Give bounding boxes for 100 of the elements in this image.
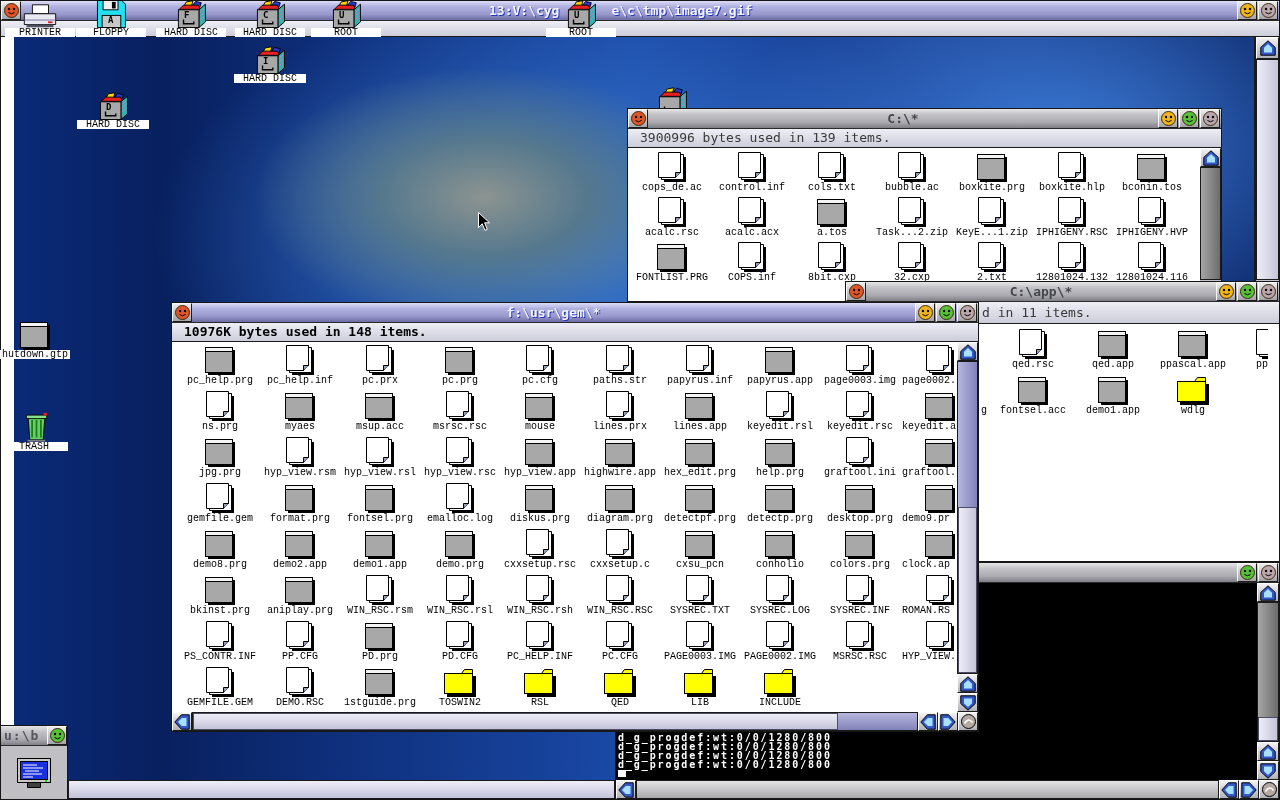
- file-label[interactable]: highwire.app: [584, 468, 656, 478]
- file-label[interactable]: pp: [1256, 360, 1268, 370]
- program-icon[interactable]: [525, 485, 555, 513]
- program-icon[interactable]: [205, 347, 235, 375]
- file-label[interactable]: RSL: [531, 698, 549, 708]
- document-icon[interactable]: [818, 242, 846, 272]
- scroll-thumb[interactable]: [1258, 717, 1278, 741]
- document-icon[interactable]: [606, 391, 634, 421]
- document-icon[interactable]: [206, 391, 234, 421]
- folder-icon[interactable]: [1177, 377, 1209, 405]
- program-icon[interactable]: [445, 347, 475, 375]
- program-icon[interactable]: [685, 393, 715, 421]
- file-label[interactable]: pc_help.prg: [187, 376, 253, 386]
- program-icon[interactable]: [525, 393, 555, 421]
- scroll-right-button[interactable]: [938, 712, 958, 731]
- maximize-button[interactable]: [936, 303, 956, 322]
- file-label[interactable]: help.prg: [756, 468, 804, 478]
- floppy-icon[interactable]: [96, 0, 126, 28]
- file-label[interactable]: 8bit.cxp: [808, 273, 856, 283]
- scroll-up-button[interactable]: [1257, 583, 1279, 602]
- file-label[interactable]: FONTLIST.PRG: [636, 273, 708, 283]
- document-icon[interactable]: [1058, 152, 1086, 182]
- scroll-thumb[interactable]: [193, 713, 838, 730]
- file-label[interactable]: KeyE...1.zip: [956, 228, 1028, 238]
- file-label[interactable]: bubble.ac: [885, 183, 939, 193]
- file-label[interactable]: SYSREC.TXT: [670, 606, 730, 616]
- scroll-left-button[interactable]: [172, 712, 192, 731]
- file-label[interactable]: demo1.app: [1086, 406, 1140, 416]
- minimize-button[interactable]: [1237, 1, 1257, 20]
- minimize-button[interactable]: [1158, 109, 1178, 128]
- document-icon[interactable]: [606, 345, 634, 375]
- program-icon[interactable]: [685, 485, 715, 513]
- file-label[interactable]: Task...2.zip: [876, 228, 948, 238]
- file-label[interactable]: PC.CFG: [602, 652, 638, 662]
- file-label[interactable]: PD.prg: [362, 652, 398, 662]
- program-icon[interactable]: [845, 485, 875, 513]
- document-icon[interactable]: [926, 621, 954, 651]
- file-label[interactable]: conholio: [756, 560, 804, 570]
- file-label[interactable]: GEMFILE.GEM: [187, 698, 253, 708]
- scroll-right-button[interactable]: [1239, 780, 1259, 799]
- program-icon[interactable]: [765, 347, 795, 375]
- scroll-down-button[interactable]: [957, 693, 978, 712]
- document-icon[interactable]: [766, 621, 794, 651]
- program-icon[interactable]: [205, 439, 235, 467]
- file-label[interactable]: demo8.prg: [193, 560, 247, 570]
- file-label[interactable]: control.inf: [719, 183, 785, 193]
- icon-label[interactable]: PRINTER: [5, 28, 75, 37]
- program-icon[interactable]: [1137, 154, 1167, 182]
- program-icon[interactable]: [20, 322, 50, 350]
- file-label[interactable]: PP.CFG: [282, 652, 318, 662]
- program-icon[interactable]: [605, 439, 635, 467]
- document-icon[interactable]: [818, 152, 846, 182]
- program-icon[interactable]: [205, 577, 235, 605]
- file-label[interactable]: gemfile.gem: [187, 514, 253, 524]
- file-label[interactable]: boxkite.prg: [959, 183, 1025, 193]
- program-icon[interactable]: [285, 393, 315, 421]
- file-label[interactable]: qed.rsc: [1012, 360, 1054, 370]
- file-label[interactable]: bkinst.prg: [190, 606, 250, 616]
- document-icon[interactable]: [526, 621, 554, 651]
- document-icon[interactable]: [446, 621, 474, 651]
- program-icon[interactable]: [925, 393, 955, 421]
- file-label[interactable]: acalc.rsc: [645, 228, 699, 238]
- document-icon[interactable]: [978, 197, 1006, 227]
- maximize-button[interactable]: [1237, 563, 1257, 582]
- file-label[interactable]: ns.prg: [202, 422, 238, 432]
- maximize-button[interactable]: [1179, 109, 1199, 128]
- file-label[interactable]: papyrus.app: [747, 376, 813, 386]
- title-bar[interactable]: u:\b: [1, 726, 67, 746]
- file-label[interactable]: COPS.inf: [728, 273, 776, 283]
- file-label[interactable]: paths.str: [593, 376, 647, 386]
- folder-icon[interactable]: [524, 669, 556, 697]
- file-label[interactable]: hyp_view.rsl: [344, 468, 416, 478]
- file-label[interactable]: hyp_view.rsm: [264, 468, 336, 478]
- program-icon[interactable]: [525, 439, 555, 467]
- title-bar[interactable]: C:\*: [628, 109, 1221, 129]
- file-label[interactable]: keyedit.rsl: [747, 422, 813, 432]
- program-icon[interactable]: [925, 531, 955, 559]
- resize-button[interactable]: [1259, 780, 1279, 799]
- file-label[interactable]: PAGE0002.IMG: [744, 652, 816, 662]
- document-icon[interactable]: [686, 621, 714, 651]
- document-icon[interactable]: [898, 242, 926, 272]
- file-label[interactable]: acalc.acx: [725, 228, 779, 238]
- icon-label[interactable]: hutdown.gtp: [0, 350, 70, 359]
- program-icon[interactable]: [285, 485, 315, 513]
- file-label[interactable]: lines.prx: [593, 422, 647, 432]
- hide-button[interactable]: [957, 303, 977, 322]
- program-icon[interactable]: [365, 393, 395, 421]
- hide-button[interactable]: [1258, 1, 1278, 20]
- file-label[interactable]: demo9.pr: [902, 514, 950, 524]
- file-label[interactable]: clock.ap: [902, 560, 950, 570]
- program-icon[interactable]: [765, 485, 795, 513]
- icon-label[interactable]: TRASH: [14, 442, 68, 451]
- document-icon[interactable]: [978, 242, 1006, 272]
- close-button[interactable]: [846, 282, 866, 301]
- program-icon[interactable]: [1098, 331, 1128, 359]
- file-label[interactable]: papyrus.inf: [667, 376, 733, 386]
- document-icon[interactable]: [846, 391, 874, 421]
- file-label[interactable]: aniplay.prg: [267, 606, 333, 616]
- document-icon[interactable]: [766, 575, 794, 605]
- file-label[interactable]: diagram.prg: [587, 514, 653, 524]
